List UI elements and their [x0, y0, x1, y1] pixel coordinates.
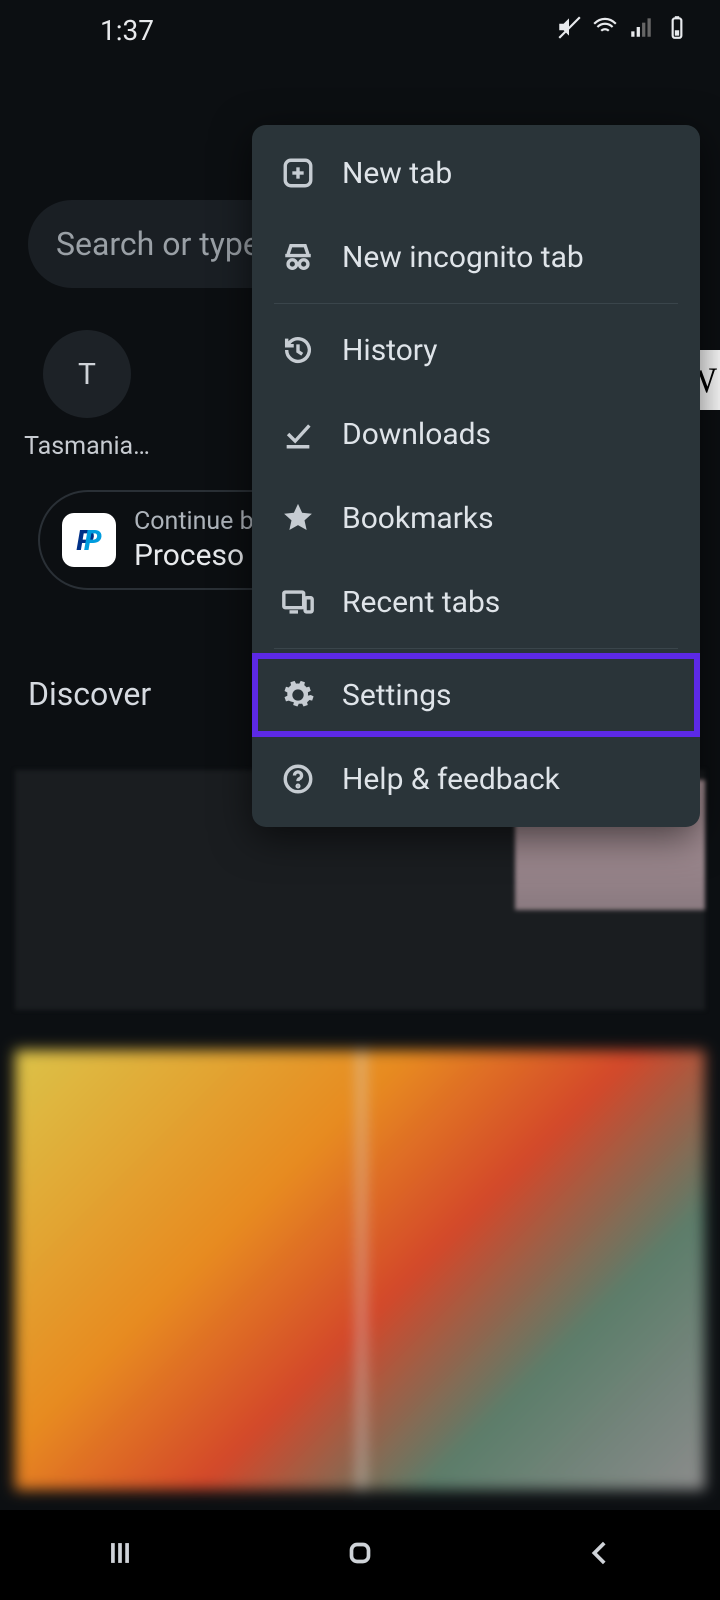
download-done-icon — [280, 416, 316, 452]
status-time: 1:37 — [100, 14, 154, 47]
back-button[interactable] — [583, 1536, 617, 1574]
history-icon — [280, 332, 316, 368]
incognito-icon — [280, 239, 316, 275]
discover-heading: Discover — [28, 675, 151, 713]
gear-icon — [280, 677, 316, 713]
help-circle-icon — [280, 761, 316, 797]
star-icon — [280, 500, 316, 536]
devices-icon — [280, 584, 316, 620]
wifi-icon — [592, 14, 618, 47]
home-button[interactable] — [343, 1536, 377, 1574]
menu-label: Bookmarks — [342, 501, 494, 536]
menu-label: New tab — [342, 156, 452, 191]
search-placeholder: Search or type — [56, 225, 260, 263]
shortcut-chip: T — [43, 330, 131, 418]
overflow-menu: New tab New incognito tab History Downlo… — [252, 125, 700, 827]
shortcut-tasmania[interactable]: T Tasmania… — [22, 330, 152, 461]
menu-label: History — [342, 333, 437, 368]
menu-divider — [274, 648, 678, 649]
menu-label: Settings — [342, 678, 452, 713]
signal-icon — [628, 14, 654, 47]
menu-help[interactable]: Help & feedback — [252, 737, 700, 821]
status-bar: 1:37 — [0, 0, 720, 60]
menu-label: Recent tabs — [342, 585, 500, 620]
paypal-icon: PP — [62, 513, 116, 567]
menu-divider — [274, 303, 678, 304]
menu-label: Downloads — [342, 417, 491, 452]
menu-downloads[interactable]: Downloads — [252, 392, 700, 476]
feed-card-2[interactable] — [15, 1050, 705, 1490]
menu-new-tab[interactable]: New tab — [252, 131, 700, 215]
menu-label: New incognito tab — [342, 240, 584, 275]
shortcut-label: Tasmania… — [24, 432, 150, 461]
menu-label: Help & feedback — [342, 762, 560, 797]
mute-icon — [556, 14, 582, 47]
battery-icon — [664, 14, 690, 47]
android-navbar — [0, 1510, 720, 1600]
menu-incognito[interactable]: New incognito tab — [252, 215, 700, 299]
status-icons — [556, 14, 690, 47]
menu-settings[interactable]: Settings — [252, 653, 700, 737]
menu-bookmarks[interactable]: Bookmarks — [252, 476, 700, 560]
menu-recent-tabs[interactable]: Recent tabs — [252, 560, 700, 644]
menu-history[interactable]: History — [252, 308, 700, 392]
recents-button[interactable] — [103, 1536, 137, 1574]
plus-square-icon — [280, 155, 316, 191]
